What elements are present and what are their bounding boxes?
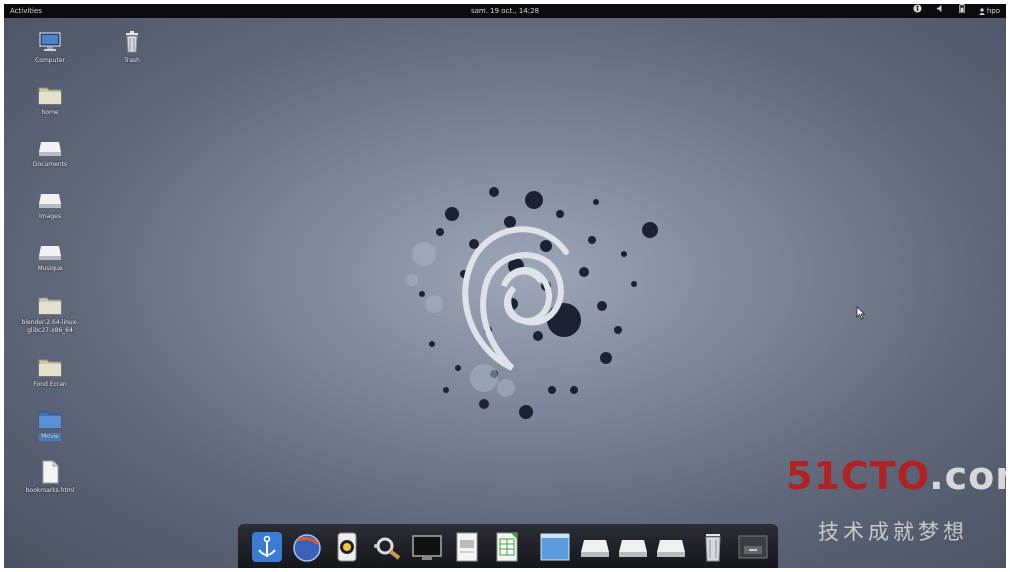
- watermark-logo: 51CTO.com: [786, 452, 1006, 500]
- browser-globe-icon[interactable]: [290, 530, 324, 564]
- battery-icon[interactable]: [959, 4, 965, 18]
- anchor-app-icon[interactable]: [250, 530, 284, 564]
- desktop-icon-label: home: [41, 109, 59, 116]
- desktop-icon-label: Documents: [32, 161, 68, 168]
- folder-icon: [38, 359, 62, 377]
- dock: [238, 524, 778, 568]
- desktop-icon-label: Trash: [124, 57, 140, 64]
- desktop-icon-bookmarks[interactable]: bookmarks.html: [10, 460, 90, 495]
- window-icon[interactable]: [538, 530, 572, 564]
- desktop-screen: Activities sam. 19 oct., 14:28 hpo Compu…: [4, 4, 1006, 568]
- user-menu[interactable]: hpo: [978, 4, 1000, 18]
- user-icon: [978, 7, 985, 15]
- desktop-icon-label: blender-2.64-linux-glibc27-x86_64: [21, 319, 79, 334]
- trash-icon[interactable]: [696, 530, 730, 564]
- mouse-cursor-icon: [856, 306, 866, 320]
- folder-open-icon: [39, 142, 61, 156]
- folder-icon: [38, 87, 62, 105]
- desktop-icon-blender[interactable]: blender-2.64-linux-glibc27-x86_64: [10, 294, 90, 335]
- desktop-icon-movie[interactable]: Movie: [10, 408, 90, 441]
- desktop-icon-computer[interactable]: Computer: [10, 30, 90, 65]
- user-name: hpo: [986, 7, 1000, 15]
- desktop-icon-documents[interactable]: Documents: [10, 138, 90, 169]
- volume-icon[interactable]: [936, 4, 945, 18]
- top-panel: Activities sam. 19 oct., 14:28 hpo: [4, 4, 1006, 18]
- desktop-icon-label: Images: [39, 213, 61, 220]
- desktop-icon-images[interactable]: Images: [10, 190, 90, 221]
- desktop-icon-trash[interactable]: Trash: [92, 30, 172, 65]
- file-icon: [42, 460, 59, 484]
- drive-icon[interactable]: [654, 530, 688, 564]
- system-tray: hpo: [913, 4, 1000, 18]
- debian-swirl-wallpaper: [406, 187, 658, 419]
- watermark-domain: .com: [929, 454, 1006, 498]
- watermark-brand: 51CTO: [786, 454, 930, 498]
- media-player-icon[interactable]: [330, 530, 364, 564]
- drive-icon[interactable]: [578, 530, 612, 564]
- document-viewer-icon[interactable]: [450, 530, 484, 564]
- debian-swirl: [462, 226, 569, 371]
- folder-open-icon: [39, 194, 61, 208]
- folder-open-icon: [39, 246, 61, 260]
- desktop-icon-label: bookmarks.html: [25, 487, 75, 494]
- accessibility-icon[interactable]: [913, 4, 922, 18]
- clock[interactable]: sam. 19 oct., 14:28: [4, 4, 1006, 18]
- watermark-slogan: 技术成就梦想: [818, 520, 968, 544]
- printer-icon[interactable]: [736, 530, 770, 564]
- folder-blue-icon: [38, 411, 62, 429]
- desktop-icon-label: Fond Ecran: [33, 381, 67, 388]
- desktop-icon-home[interactable]: home: [10, 84, 90, 117]
- desktop-icon-fond-ecran[interactable]: Fond Ecran: [10, 356, 90, 389]
- desktop-icon-label: Musique: [37, 265, 63, 272]
- desktop-icon-label: Movie: [39, 433, 61, 441]
- drive-icon[interactable]: [616, 530, 650, 564]
- computer-icon: [39, 32, 61, 51]
- display-icon[interactable]: [410, 530, 444, 564]
- search-tool-icon[interactable]: [370, 530, 404, 564]
- folder-icon: [38, 297, 62, 315]
- trash-icon: [126, 31, 138, 53]
- spreadsheet-icon[interactable]: [490, 530, 524, 564]
- desktop-icon-musique[interactable]: Musique: [10, 242, 90, 273]
- desktop-icon-label: Computer: [35, 57, 65, 64]
